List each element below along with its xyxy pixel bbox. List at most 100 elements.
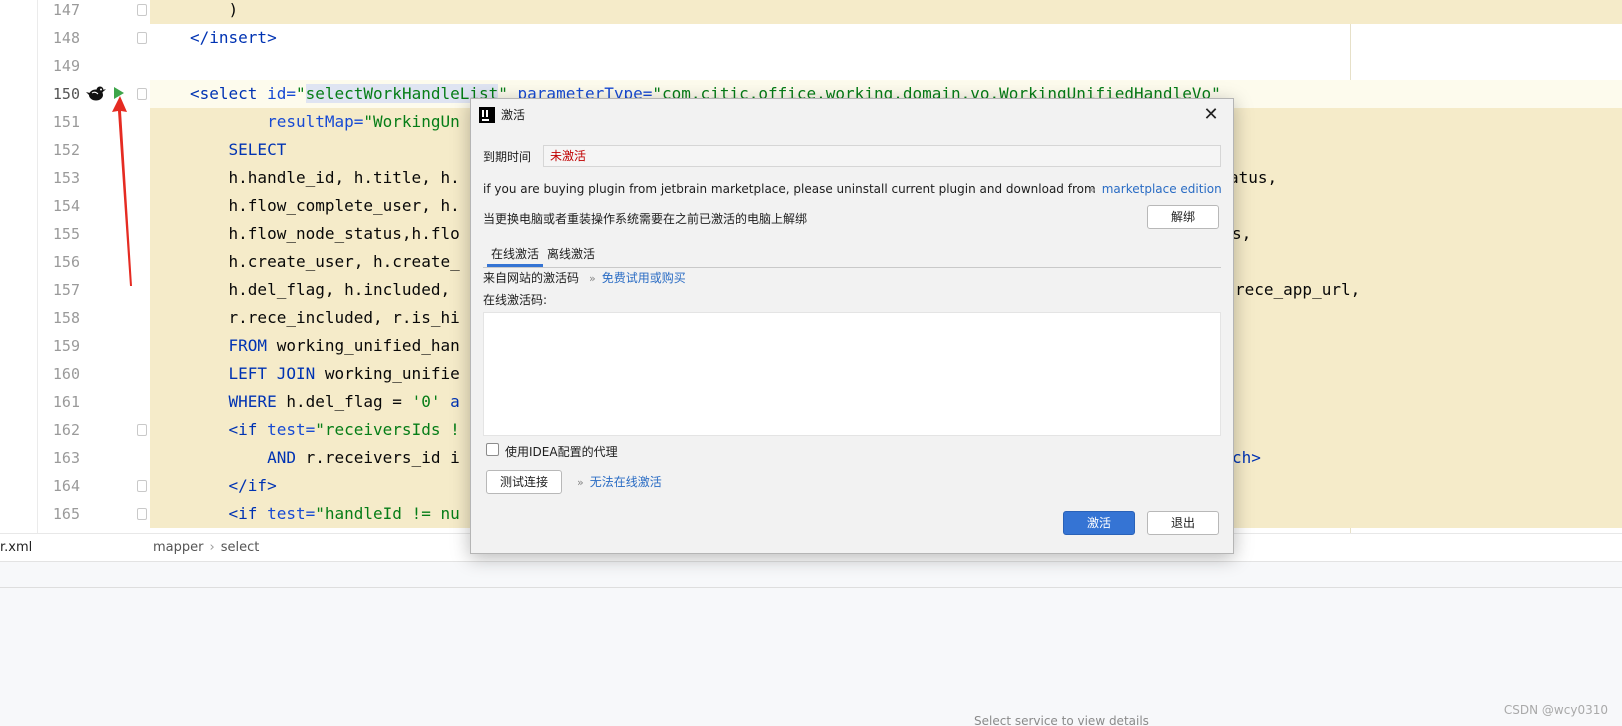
line-number: 161	[52, 393, 80, 411]
expire-value-field: 未激活	[543, 145, 1221, 167]
line-number: 153	[52, 169, 80, 187]
free-trial-link[interactable]: 免费试用或购买	[602, 271, 686, 285]
fold-marker-icon[interactable]	[137, 508, 147, 520]
exit-button[interactable]: 退出	[1147, 511, 1219, 535]
marketplace-edition-link[interactable]: marketplace edition	[1102, 182, 1222, 196]
code-text[interactable]: WHERE h.del_flag = '0' a	[190, 388, 460, 416]
breadcrumb-item-select[interactable]: select	[221, 540, 260, 555]
code-token: r.rece_included, r.is_hi	[190, 308, 460, 327]
code-text[interactable]: )	[190, 0, 239, 24]
cannot-activate-online-link[interactable]: 无法在线激活	[590, 475, 662, 489]
intellij-app-icon	[479, 107, 495, 123]
line-number: 151	[52, 113, 80, 131]
file-tab-label[interactable]: r.xml	[0, 534, 32, 562]
code-text[interactable]: h.flow_complete_user, h.	[190, 192, 460, 220]
breadcrumb: mapper › select	[153, 534, 259, 562]
code-text[interactable]: AND r.receivers_id i	[190, 444, 460, 472]
code-line[interactable]: 147 )	[0, 0, 1622, 24]
code-token: h.flow_node_status,h.flo	[190, 224, 460, 243]
code-text[interactable]: h.del_flag, h.included,	[190, 276, 451, 304]
code-token: "receiversIds !	[315, 420, 460, 439]
code-token: working_unified_han	[276, 336, 460, 355]
line-number: 162	[52, 421, 80, 439]
code-token: resultMap=	[190, 112, 364, 131]
code-source-label: 来自网站的激活码	[483, 271, 580, 285]
code-text-right[interactable]: s,	[1232, 220, 1251, 248]
code-text[interactable]: </insert>	[190, 24, 277, 52]
activation-code-textarea[interactable]	[483, 312, 1221, 436]
code-token: SELECT	[190, 140, 287, 159]
code-text-right[interactable]: rece_app_url,	[1235, 276, 1360, 304]
code-text-right[interactable]: atus,	[1229, 164, 1277, 192]
close-icon[interactable]: ✕	[1201, 105, 1221, 125]
code-text[interactable]: FROM working_unified_han	[190, 332, 460, 360]
proxy-checkbox[interactable]	[486, 443, 499, 456]
code-text[interactable]: h.handle_id, h.title, h.	[190, 164, 460, 192]
code-line[interactable]: 148 </insert>	[0, 24, 1622, 52]
line-number: 148	[52, 29, 80, 47]
activate-button[interactable]: 激活	[1063, 511, 1135, 535]
unbind-button[interactable]: 解绑	[1147, 205, 1219, 229]
red-annotation-arrow-icon	[112, 96, 132, 286]
code-text[interactable]: </if>	[190, 472, 277, 500]
code-token: FROM	[190, 336, 277, 355]
test-connection-button[interactable]: 测试连接	[486, 470, 562, 494]
line-number: 152	[52, 141, 80, 159]
line-number: 159	[52, 337, 80, 355]
cannot-activate-link-wrap[interactable]: » 无法在线激活	[577, 473, 662, 490]
marketplace-link-wrap[interactable]: » marketplace edition	[1089, 182, 1222, 196]
code-text[interactable]: h.create_user, h.create_	[190, 248, 460, 276]
code-token: WHERE	[190, 392, 287, 411]
fold-marker-icon[interactable]	[137, 4, 147, 16]
line-number: 154	[52, 197, 80, 215]
code-text[interactable]: <if test="handleId != nu	[190, 500, 460, 528]
fold-marker-icon[interactable]	[137, 480, 147, 492]
code-token: r.receivers_id i	[305, 448, 460, 467]
service-hint-text: Select service to view details	[974, 714, 1149, 726]
line-number: 157	[52, 281, 80, 299]
code-token: a	[440, 392, 460, 411]
free-trial-link-wrap[interactable]: » 免费试用或购买	[589, 269, 686, 286]
code-token: id=	[267, 84, 296, 103]
sql-injection-highlight	[150, 0, 1622, 24]
code-token: '0'	[411, 392, 441, 411]
code-text[interactable]: resultMap="WorkingUn	[190, 108, 460, 136]
line-number: 147	[52, 1, 80, 19]
line-number: 163	[52, 449, 80, 467]
proxy-label: 使用IDEA配置的代理	[505, 445, 618, 459]
code-token: LEFT JOIN	[190, 364, 325, 383]
code-token: h.del_flag =	[286, 392, 412, 411]
fold-marker-icon[interactable]	[137, 32, 147, 44]
code-text[interactable]: <if test="receiversIds !	[190, 416, 460, 444]
line-number: 150	[52, 85, 80, 103]
code-token: <if	[190, 420, 268, 439]
fold-marker-icon[interactable]	[137, 424, 147, 436]
code-token: </if>	[190, 476, 277, 495]
code-text[interactable]: r.rece_included, r.is_hi	[190, 304, 460, 332]
code-token: <select	[190, 84, 268, 103]
tab-online-activation[interactable]: 在线激活	[487, 244, 544, 267]
code-token: h.flow_complete_user, h.	[190, 196, 460, 215]
code-text[interactable]: LEFT JOIN working_unifie	[190, 360, 460, 388]
code-token: </insert>	[190, 28, 277, 47]
code-token: "WorkingUn	[363, 112, 460, 131]
tab-offline-activation[interactable]: 离线激活	[543, 244, 599, 267]
code-text[interactable]: SELECT	[190, 136, 287, 164]
code-token: )	[190, 0, 239, 19]
dialog-title-bar[interactable]: 激活 ✕	[471, 99, 1233, 131]
code-token: working_unifie	[324, 364, 460, 383]
line-number: 164	[52, 477, 80, 495]
watermark-text: CSDN @wcy0310	[1503, 703, 1608, 717]
code-text-right[interactable]: ch>	[1232, 444, 1261, 472]
activation-dialog: 激活 ✕ 到期时间 未激活 if you are buying plugin f…	[470, 98, 1234, 554]
line-number: 165	[52, 505, 80, 523]
code-line[interactable]: 149	[0, 52, 1622, 80]
code-text[interactable]: h.flow_node_status,h.flo	[190, 220, 460, 248]
line-number: 155	[52, 225, 80, 243]
breadcrumb-item-mapper[interactable]: mapper	[153, 540, 203, 555]
line-number: 160	[52, 365, 80, 383]
code-token: h.handle_id, h.title, h.	[190, 168, 460, 187]
code-token: AND	[190, 448, 306, 467]
expire-label: 到期时间	[483, 150, 532, 164]
unbind-text: 当更换电脑或者重装操作系统需要在之前已激活的电脑上解绑	[483, 212, 808, 226]
